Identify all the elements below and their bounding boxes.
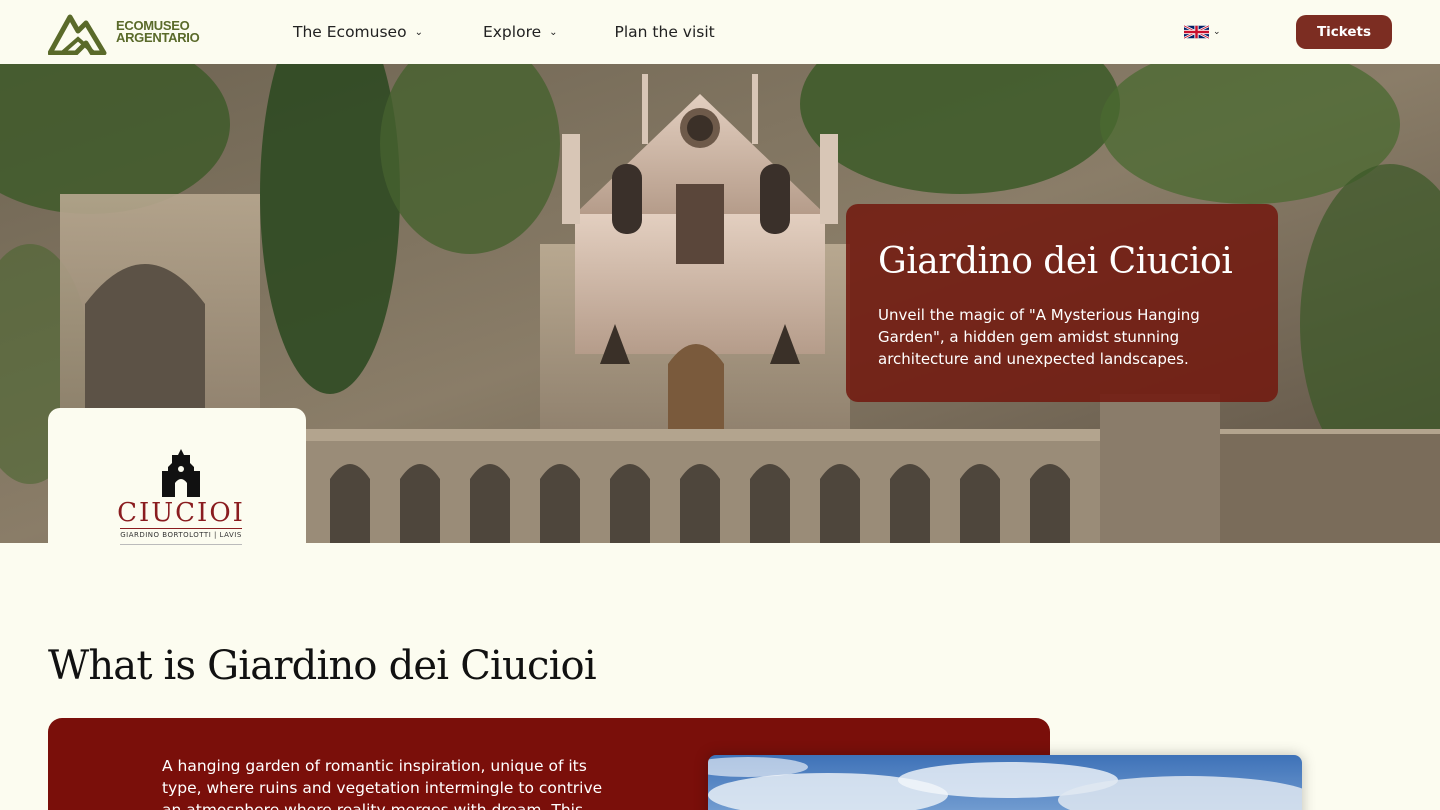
main-nav: The Ecomuseo ⌄ Explore ⌄ Plan the visit <box>293 0 775 64</box>
chevron-down-icon: ⌄ <box>1213 27 1221 37</box>
nav-item-label: Explore <box>482 23 542 41</box>
logo-wordmark: ECOMUSEO ARGENTARIO <box>116 19 200 45</box>
language-selector[interactable]: ⌄ <box>1184 24 1221 40</box>
nav-item-label: Plan the visit <box>614 23 715 41</box>
hero-description: Unveil the magic of "A Mysterious Hangin… <box>878 306 1200 368</box>
intro-text: A hanging garden of romantic inspiration… <box>162 757 603 810</box>
uk-flag-icon <box>1184 24 1209 40</box>
ciucioi-logo: CIUCIOI GIARDINO BORTOLOTTI | LAVIS <box>117 447 245 545</box>
hero-card: Giardino dei Ciucioi Unveil the magic of… <box>846 204 1278 402</box>
nav-item-label: The Ecomuseo <box>293 23 407 41</box>
mountain-logo-icon <box>48 14 107 55</box>
site-header: ECOMUSEO ARGENTARIO The Ecomuseo ⌄ Explo… <box>0 0 1440 64</box>
nav-item-the-ecomuseo[interactable]: The Ecomuseo ⌄ <box>293 23 423 41</box>
ecomuseo-logo[interactable]: ECOMUSEO ARGENTARIO <box>48 9 200 55</box>
ciucioi-wordmark: CIUCIOI <box>117 497 245 528</box>
hero-title: Giardino dei Ciucioi <box>878 241 1233 282</box>
section-title: What is Giardino dei Ciucioi <box>48 643 597 689</box>
chevron-down-icon: ⌄ <box>549 26 558 38</box>
nav-item-plan-the-visit[interactable]: Plan the visit <box>615 23 715 41</box>
tickets-button[interactable]: Tickets <box>1296 15 1392 49</box>
castle-icon <box>161 448 200 497</box>
ciucioi-subtitle: GIARDINO BORTOLOTTI | LAVIS <box>120 527 242 545</box>
nav-item-explore[interactable]: Explore ⌄ <box>483 23 558 41</box>
logo-line2: ARGENTARIO <box>116 30 200 45</box>
garden-photo <box>708 755 1302 810</box>
chevron-down-icon: ⌄ <box>414 26 423 38</box>
sky-photo <box>708 755 1302 810</box>
ciucioi-logo-card: CIUCIOI GIARDINO BORTOLOTTI | LAVIS <box>48 408 306 553</box>
